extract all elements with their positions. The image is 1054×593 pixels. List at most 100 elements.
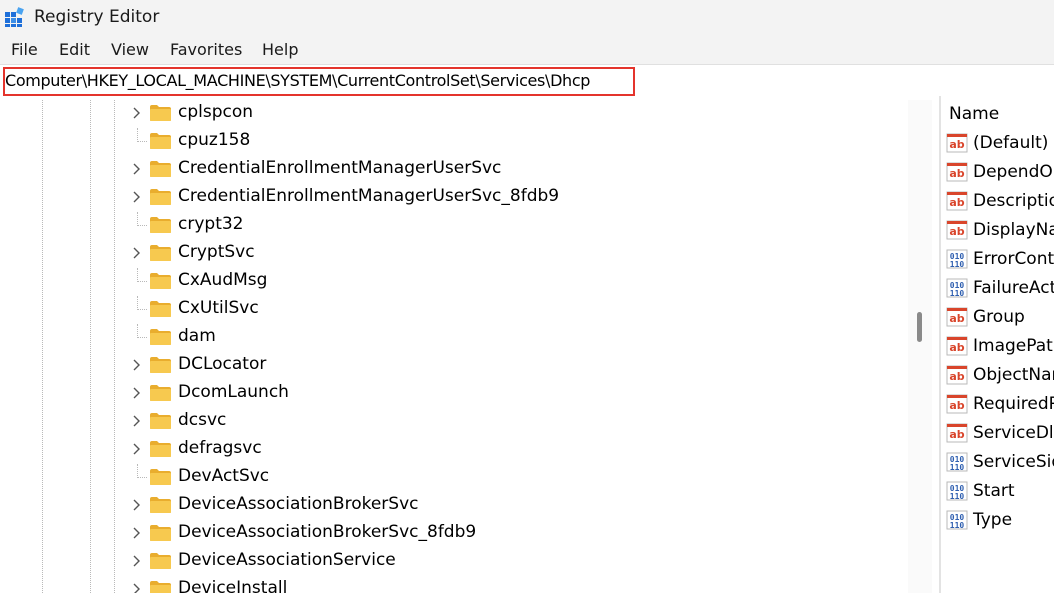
tree-guide-line — [137, 337, 147, 338]
string-value-icon: ab — [946, 365, 968, 385]
tree-guide-line — [137, 464, 138, 478]
chevron-right-icon[interactable] — [130, 582, 144, 593]
svg-text:ab: ab — [949, 138, 964, 151]
chevron-right-icon[interactable] — [130, 414, 144, 428]
folder-icon — [150, 385, 171, 401]
menu-edit[interactable]: Edit — [59, 40, 90, 59]
folder-icon — [150, 161, 171, 177]
key-tree-pane[interactable]: cplspcon cpuz158 CredentialEnrollmentManag… — [0, 100, 908, 593]
tree-item[interactable]: cpuz158 — [130, 128, 890, 156]
tree-item[interactable]: DeviceInstall — [130, 576, 890, 593]
string-value-icon: ab — [946, 307, 968, 327]
value-item[interactable]: ab (Default) — [946, 130, 1054, 159]
chevron-right-icon[interactable] — [130, 106, 144, 120]
tree-item[interactable]: crypt32 — [130, 212, 890, 240]
tree-item-label: DcomLaunch — [178, 382, 289, 402]
folder-icon — [150, 581, 171, 593]
chevron-right-icon[interactable] — [130, 554, 144, 568]
value-item-label: ServiceSidType — [973, 452, 1054, 472]
tree-item-label: CxAudMsg — [178, 270, 268, 290]
chevron-right-icon[interactable] — [130, 386, 144, 400]
tree-item-label: CryptSvc — [178, 242, 255, 262]
folder-icon — [150, 273, 171, 289]
tree-guide-line — [137, 268, 138, 282]
tree-item[interactable]: DevActSvc — [130, 464, 890, 492]
svg-text:110: 110 — [950, 463, 965, 472]
folder-icon — [150, 357, 171, 373]
tree-item[interactable]: dam — [130, 324, 890, 352]
tree-guide-line — [137, 324, 138, 338]
address-bar[interactable]: Computer\HKEY_LOCAL_MACHINE\SYSTEM\Curre… — [0, 64, 1054, 101]
tree-item[interactable]: cplspcon — [130, 100, 890, 128]
scrollbar-thumb[interactable] — [917, 312, 922, 342]
tree-item[interactable]: CredentialEnrollmentManagerUserSvc_8fdb9 — [130, 184, 890, 212]
value-item-label: ImagePath — [973, 336, 1054, 356]
string-value-icon: ab — [946, 394, 968, 414]
string-value-icon: ab — [946, 220, 968, 240]
value-item[interactable]: ab ObjectName — [946, 362, 1054, 391]
tree-item[interactable]: DcomLaunch — [130, 380, 890, 408]
tree-item[interactable]: CxAudMsg — [130, 268, 890, 296]
value-item[interactable]: 010 110 Start — [946, 478, 1054, 507]
chevron-right-icon[interactable] — [130, 498, 144, 512]
tree-item-label: DeviceInstall — [178, 578, 288, 593]
value-item[interactable]: 010110ServiceSidType — [946, 449, 1054, 478]
tree-item-label: cpuz158 — [178, 130, 251, 150]
tree-scrollbar[interactable] — [908, 100, 932, 593]
chevron-right-icon[interactable] — [130, 162, 144, 176]
tree-guide-line — [137, 477, 147, 478]
tree-item-label: dam — [178, 326, 216, 346]
value-item[interactable]: 010110FailureActions — [946, 275, 1054, 304]
folder-icon — [150, 413, 171, 429]
tree-guide-line — [137, 141, 147, 142]
value-item-label: DisplayName — [973, 220, 1054, 240]
tree-guide-line — [42, 100, 43, 593]
chevron-right-icon[interactable] — [130, 526, 144, 540]
string-value-icon: ab — [946, 336, 968, 356]
value-item[interactable]: ab RequiredPrivileges — [946, 391, 1054, 420]
chevron-right-icon[interactable] — [130, 190, 144, 204]
chevron-right-icon[interactable] — [130, 442, 144, 456]
tree-item[interactable]: CxUtilSvc — [130, 296, 890, 324]
menu-favorites[interactable]: Favorites — [170, 40, 242, 59]
svg-text:110: 110 — [950, 260, 965, 269]
tree-item[interactable]: DCLocator — [130, 352, 890, 380]
value-item[interactable]: 010110ErrorControl — [946, 246, 1054, 275]
value-item-label: ServiceDll — [973, 423, 1054, 443]
binary-value-icon: 010110 — [946, 510, 968, 530]
values-pane[interactable]: Name ab(Default)abDependOnabDescriptiona… — [941, 100, 1054, 593]
value-item[interactable]: ab DependOn — [946, 159, 1054, 188]
address-path[interactable]: Computer\HKEY_LOCAL_MACHINE\SYSTEM\Curre… — [5, 71, 590, 90]
string-value-icon: ab — [946, 162, 968, 182]
tree-item[interactable]: CredentialEnrollmentManagerUserSvc — [130, 156, 890, 184]
value-item[interactable]: 010 110 Type — [946, 507, 1054, 536]
menu-file[interactable]: File — [11, 40, 38, 59]
value-item-label: DependOn — [973, 162, 1054, 182]
value-item-label: ObjectName — [973, 365, 1054, 385]
tree-item[interactable]: DeviceAssociationBrokerSvc_8fdb9 — [130, 520, 890, 548]
tree-item[interactable]: defragsvc — [130, 436, 890, 464]
value-item[interactable]: ab Description — [946, 188, 1054, 217]
value-item[interactable]: ab ServiceDll — [946, 420, 1054, 449]
tree-item[interactable]: dcsvc — [130, 408, 890, 436]
tree-item[interactable]: DeviceAssociationService — [130, 548, 890, 576]
menu-help[interactable]: Help — [262, 40, 298, 59]
column-header-name[interactable]: Name — [949, 104, 999, 124]
tree-item-label: crypt32 — [178, 214, 244, 234]
svg-text:ab: ab — [949, 312, 964, 325]
value-item[interactable]: ab DisplayName — [946, 217, 1054, 246]
tree-item-label: DCLocator — [178, 354, 267, 374]
tree-item[interactable]: CryptSvc — [130, 240, 890, 268]
binary-value-icon: 010110 — [946, 249, 968, 269]
value-item[interactable]: ab Group — [946, 304, 1054, 333]
menu-view[interactable]: View — [111, 40, 149, 59]
binary-value-icon: 010110 — [946, 481, 968, 501]
tree-item-label: dcsvc — [178, 410, 227, 430]
chevron-right-icon[interactable] — [130, 358, 144, 372]
tree-item[interactable]: DeviceAssociationBrokerSvc — [130, 492, 890, 520]
value-item[interactable]: ab ImagePath — [946, 333, 1054, 362]
chevron-right-icon[interactable] — [130, 246, 144, 260]
binary-value-icon: 010110 — [946, 278, 968, 298]
tree-item-label: CredentialEnrollmentManagerUserSvc_8fdb9 — [178, 186, 560, 206]
window-title: Registry Editor — [34, 7, 160, 27]
